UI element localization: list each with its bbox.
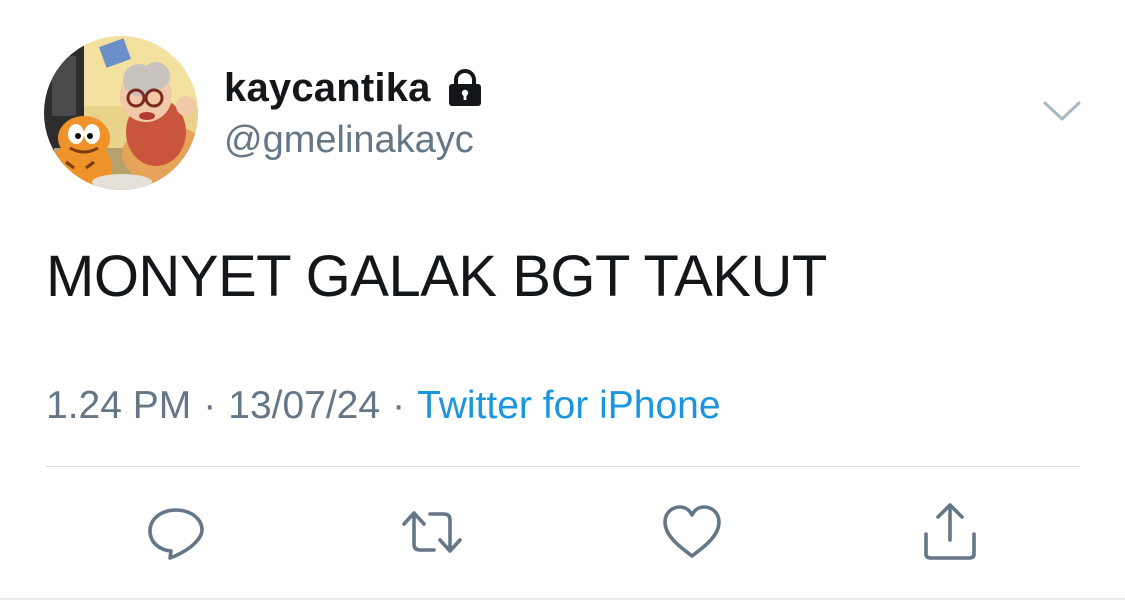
user-avatar[interactable] — [44, 36, 198, 190]
retweet-arrows-icon — [402, 511, 462, 553]
tweet-date: 13/07/24 — [228, 384, 381, 427]
garfield-cartoon-avatar — [44, 36, 198, 190]
heart-icon — [663, 505, 721, 558]
retweet-button[interactable] — [400, 500, 464, 564]
like-button[interactable] — [660, 500, 724, 564]
tweet-time: 1.24 PM — [46, 384, 192, 427]
reply-button[interactable] — [144, 500, 208, 564]
divider — [46, 466, 1080, 467]
display-name-row: kaycantika — [224, 66, 485, 110]
tweet-text: MONYET GALAK BGT TAKUT — [46, 244, 827, 309]
separator: · — [392, 384, 406, 427]
display-name[interactable]: kaycantika — [224, 66, 431, 110]
speech-bubble-icon — [148, 508, 204, 560]
user-handle[interactable]: @gmelinakayc — [224, 118, 474, 162]
tweet-source-link[interactable]: Twitter for iPhone — [417, 384, 720, 427]
tweet-metadata: 1.24 PM · 13/07/24 · Twitter for iPhone — [46, 383, 721, 429]
lock-icon — [448, 69, 481, 106]
bottom-divider — [0, 598, 1125, 600]
share-button[interactable] — [918, 500, 982, 564]
separator: · — [203, 384, 217, 427]
chevron-down-icon[interactable] — [1040, 96, 1084, 126]
share-upload-icon — [924, 503, 976, 560]
